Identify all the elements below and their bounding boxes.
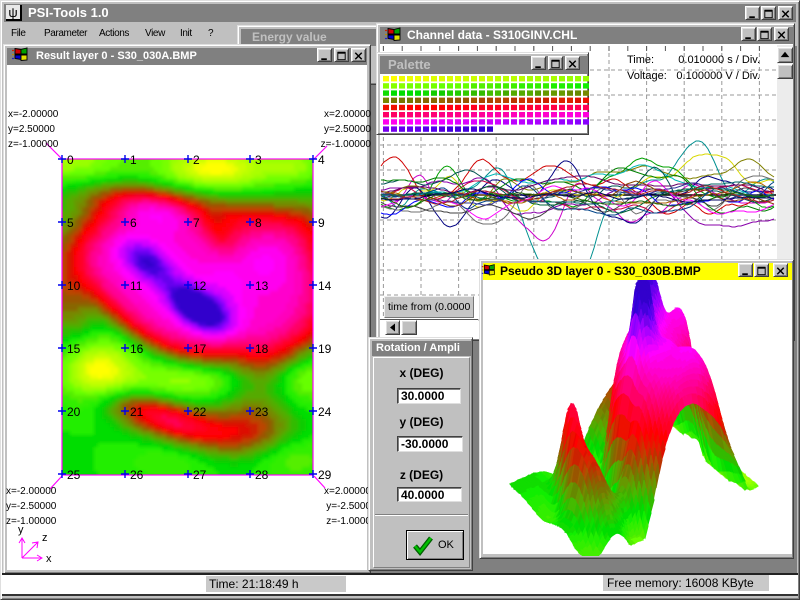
- svg-text:24: 24: [318, 405, 332, 419]
- svg-text:26: 26: [130, 468, 144, 482]
- svg-text:17: 17: [193, 342, 207, 356]
- svg-text:23: 23: [255, 405, 269, 419]
- svg-text:18: 18: [255, 342, 269, 356]
- svg-text:8: 8: [255, 216, 262, 230]
- svg-text:14: 14: [318, 279, 332, 293]
- svg-text:z=-1.00000: z=-1.00000: [321, 139, 372, 150]
- svg-text:7: 7: [193, 216, 200, 230]
- svg-text:20: 20: [67, 405, 81, 419]
- svg-text:x: x: [46, 553, 52, 565]
- svg-text:12: 12: [193, 279, 207, 293]
- svg-text:x=-2.00000: x=-2.00000: [6, 486, 57, 497]
- svg-text:29: 29: [318, 468, 332, 482]
- svg-text:4: 4: [318, 153, 325, 167]
- svg-text:Voltage:: Voltage:: [627, 70, 667, 82]
- svg-text:z=-1.00000: z=-1.00000: [6, 516, 57, 527]
- svg-text:15: 15: [67, 342, 81, 356]
- svg-text:z=-1.0000: z=-1.0000: [326, 516, 371, 527]
- svg-text:5: 5: [67, 216, 74, 230]
- svg-text:0.010000 s / Div.: 0.010000 s / Div.: [678, 54, 760, 66]
- svg-text:x=2.00000: x=2.00000: [324, 486, 371, 497]
- svg-text:19: 19: [318, 342, 332, 356]
- svg-text:10: 10: [67, 279, 81, 293]
- svg-text:11: 11: [130, 279, 143, 293]
- svg-text:Time:: Time:: [627, 54, 654, 66]
- svg-text:0.100000 V / Div.: 0.100000 V / Div.: [676, 70, 760, 82]
- svg-text:2: 2: [193, 153, 200, 167]
- svg-text:6: 6: [130, 216, 137, 230]
- svg-text:z: z: [42, 532, 48, 544]
- svg-text:x=-2.00000: x=-2.00000: [8, 109, 59, 120]
- svg-text:27: 27: [193, 468, 207, 482]
- svg-text:0: 0: [67, 153, 74, 167]
- svg-text:x=2.00000: x=2.00000: [324, 109, 371, 120]
- svg-text:y=2.50000: y=2.50000: [8, 124, 55, 135]
- svg-text:28: 28: [255, 468, 269, 482]
- svg-text:1: 1: [130, 153, 137, 167]
- svg-text:y=-2.5000: y=-2.5000: [326, 501, 371, 512]
- svg-text:16: 16: [130, 342, 144, 356]
- svg-text:z=-1.00000: z=-1.00000: [8, 139, 59, 150]
- svg-text:22: 22: [193, 405, 207, 419]
- svg-text:13: 13: [255, 279, 269, 293]
- svg-text:3: 3: [255, 153, 262, 167]
- svg-text:y=2.50000: y=2.50000: [324, 124, 371, 135]
- svg-text:25: 25: [67, 468, 81, 482]
- svg-text:y=-2.50000: y=-2.50000: [6, 501, 57, 512]
- svg-text:y: y: [18, 524, 24, 536]
- svg-text:9: 9: [318, 216, 325, 230]
- svg-text:21: 21: [130, 405, 144, 419]
